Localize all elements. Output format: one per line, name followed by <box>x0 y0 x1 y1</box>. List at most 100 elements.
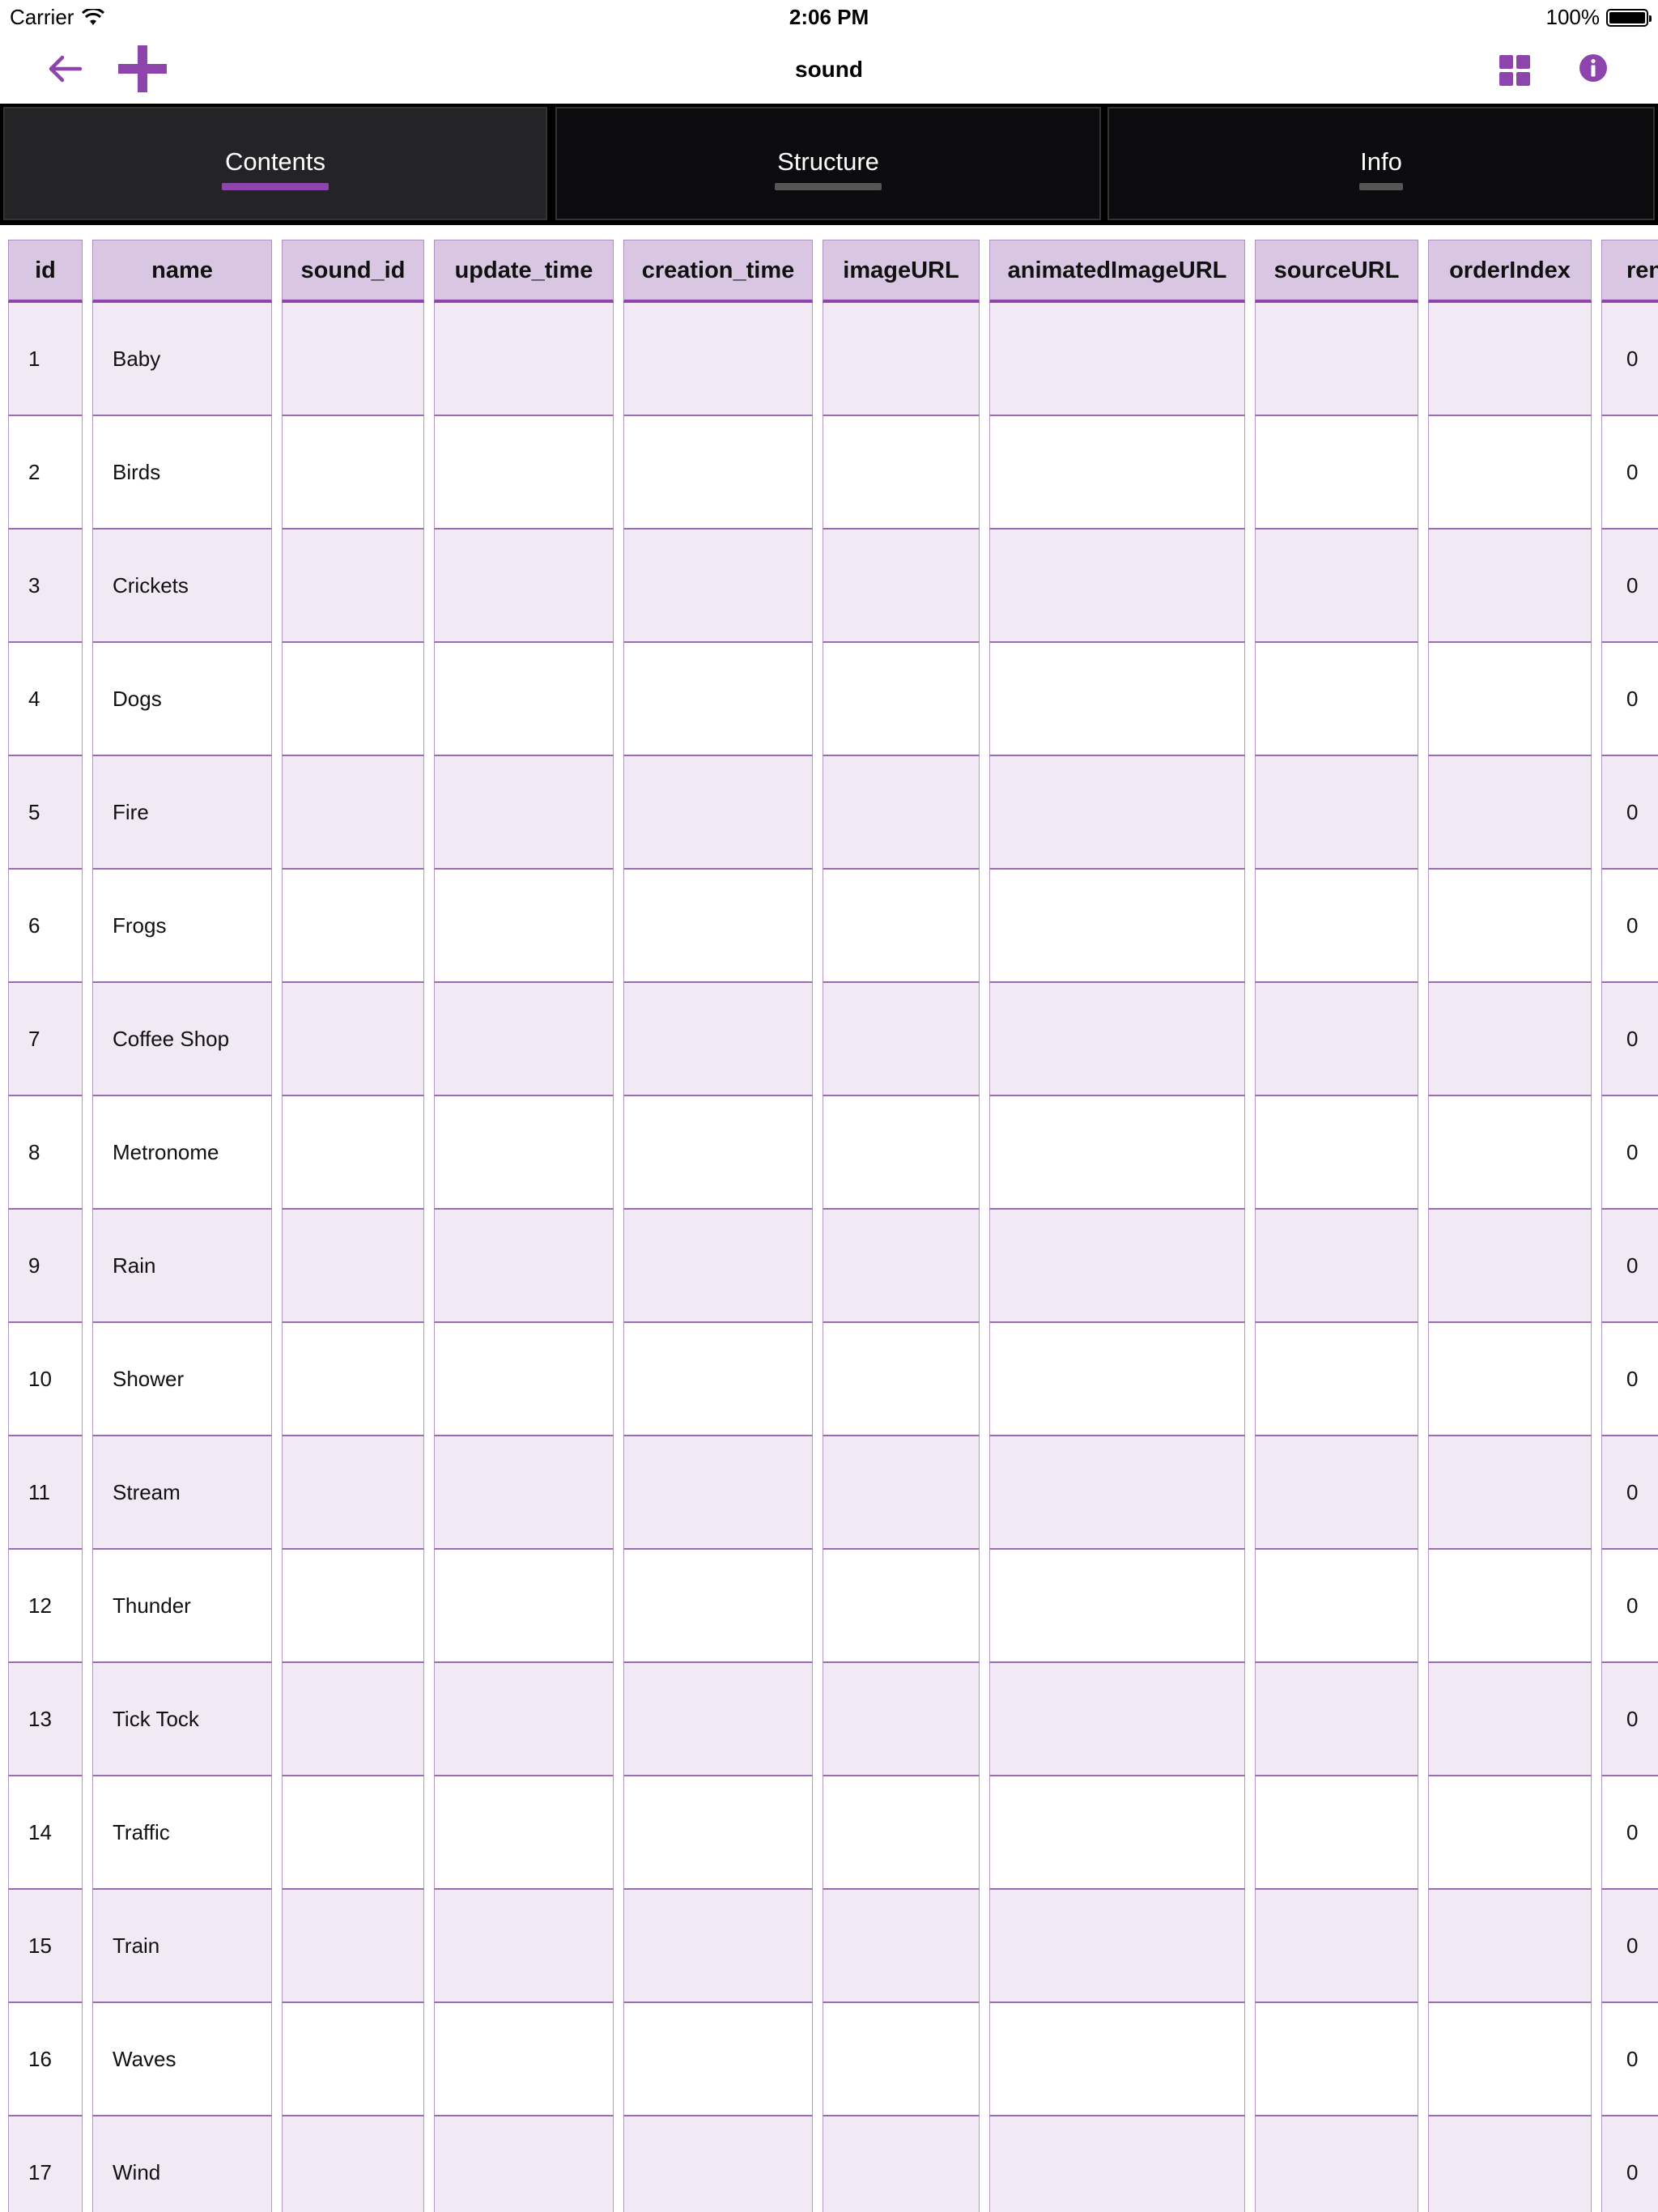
table-cell[interactable]: Dogs <box>92 643 272 756</box>
table-cell[interactable] <box>823 1550 980 1663</box>
column-header[interactable]: update_time <box>434 240 614 303</box>
table-cell[interactable]: 0 <box>1601 643 1658 756</box>
grid-view-button[interactable] <box>1498 53 1532 87</box>
table-cell[interactable] <box>623 1323 813 1436</box>
table-cell[interactable] <box>823 1096 980 1210</box>
table-cell[interactable]: 9 <box>8 1210 83 1323</box>
table-cell[interactable]: 0 <box>1601 2116 1658 2212</box>
table-cell[interactable] <box>434 1776 614 1890</box>
table-cell[interactable] <box>1428 1323 1592 1436</box>
table-cell[interactable] <box>1428 2116 1592 2212</box>
table-cell[interactable] <box>1255 1210 1418 1323</box>
table-cell[interactable] <box>623 1550 813 1663</box>
table-cell[interactable] <box>1428 2003 1592 2116</box>
table-cell[interactable] <box>623 2116 813 2212</box>
column-header[interactable]: ren <box>1601 240 1658 303</box>
table-cell[interactable] <box>623 756 813 870</box>
table-cell[interactable] <box>434 983 614 1096</box>
table-cell[interactable] <box>623 1210 813 1323</box>
tab-contents[interactable]: Contents <box>3 107 547 220</box>
table-cell[interactable]: Rain <box>92 1210 272 1323</box>
table-cell[interactable] <box>1428 870 1592 983</box>
table-cell[interactable] <box>1255 2116 1418 2212</box>
table-cell[interactable] <box>1428 1550 1592 1663</box>
table-cell[interactable] <box>282 1550 424 1663</box>
table-cell[interactable]: 0 <box>1601 1550 1658 1663</box>
table-cell[interactable] <box>623 1436 813 1550</box>
table-cell[interactable] <box>282 1210 424 1323</box>
table-cell[interactable] <box>282 1096 424 1210</box>
table-cell[interactable]: Metronome <box>92 1096 272 1210</box>
table-cell[interactable] <box>282 756 424 870</box>
table-cell[interactable] <box>1255 303 1418 416</box>
table-cell[interactable]: Birds <box>92 416 272 530</box>
table-cell[interactable] <box>623 530 813 643</box>
table-cell[interactable] <box>434 1550 614 1663</box>
table-cell[interactable] <box>434 303 614 416</box>
table-cell[interactable]: 0 <box>1601 983 1658 1096</box>
table-cell[interactable]: 3 <box>8 530 83 643</box>
table-cell[interactable] <box>282 1323 424 1436</box>
table-cell[interactable]: 0 <box>1601 1210 1658 1323</box>
table-cell[interactable]: Crickets <box>92 530 272 643</box>
column-header[interactable]: animatedImageURL <box>989 240 1245 303</box>
table-cell[interactable] <box>1255 983 1418 1096</box>
table-cell[interactable]: 0 <box>1601 1776 1658 1890</box>
table-cell[interactable]: 12 <box>8 1550 83 1663</box>
table-cell[interactable] <box>823 643 980 756</box>
table-cell[interactable]: 0 <box>1601 1096 1658 1210</box>
table-cell[interactable] <box>434 1096 614 1210</box>
table-cell[interactable]: 0 <box>1601 530 1658 643</box>
table-cell[interactable] <box>282 643 424 756</box>
column-header[interactable]: orderIndex <box>1428 240 1592 303</box>
table-cell[interactable] <box>282 2003 424 2116</box>
table-cell[interactable] <box>823 2003 980 2116</box>
table-cell[interactable]: 0 <box>1601 303 1658 416</box>
table-cell[interactable] <box>1255 756 1418 870</box>
table-cell[interactable]: 2 <box>8 416 83 530</box>
table-cell[interactable] <box>1255 1663 1418 1776</box>
table-cell[interactable]: Tick Tock <box>92 1663 272 1776</box>
table-cell[interactable] <box>1428 416 1592 530</box>
table-cell[interactable]: 16 <box>8 2003 83 2116</box>
table-cell[interactable] <box>1428 530 1592 643</box>
table-cell[interactable] <box>282 1663 424 1776</box>
table-cell[interactable] <box>623 303 813 416</box>
table-cell[interactable] <box>282 416 424 530</box>
table-cell[interactable] <box>989 1096 1245 1210</box>
column-header[interactable]: creation_time <box>623 240 813 303</box>
table-cell[interactable] <box>1255 1890 1418 2003</box>
table-cell[interactable]: 7 <box>8 983 83 1096</box>
table-cell[interactable]: Baby <box>92 303 272 416</box>
table-cell[interactable]: 8 <box>8 1096 83 1210</box>
table-cell[interactable] <box>823 756 980 870</box>
column-header[interactable]: imageURL <box>823 240 980 303</box>
table-cell[interactable] <box>623 1663 813 1776</box>
table-cell[interactable] <box>282 2116 424 2212</box>
table-cell[interactable] <box>989 2116 1245 2212</box>
table-cell[interactable] <box>989 1210 1245 1323</box>
table-cell[interactable]: Thunder <box>92 1550 272 1663</box>
table-cell[interactable] <box>282 983 424 1096</box>
table-cell[interactable] <box>1255 1096 1418 1210</box>
table-cell[interactable] <box>1428 756 1592 870</box>
table-cell[interactable] <box>823 1890 980 2003</box>
table-cell[interactable]: Waves <box>92 2003 272 2116</box>
table-cell[interactable] <box>823 1210 980 1323</box>
table-cell[interactable]: 11 <box>8 1436 83 1550</box>
info-button[interactable] <box>1577 52 1609 84</box>
table-cell[interactable] <box>823 1323 980 1436</box>
table-cell[interactable]: 0 <box>1601 756 1658 870</box>
table-cell[interactable] <box>434 416 614 530</box>
table-cell[interactable] <box>282 870 424 983</box>
table-cell[interactable] <box>623 416 813 530</box>
table-cell[interactable] <box>823 1663 980 1776</box>
table-cell[interactable]: Coffee Shop <box>92 983 272 1096</box>
table-cell[interactable] <box>989 643 1245 756</box>
column-header[interactable]: name <box>92 240 272 303</box>
table-cell[interactable]: Traffic <box>92 1776 272 1890</box>
table-cell[interactable] <box>989 1323 1245 1436</box>
table-cell[interactable] <box>1428 1890 1592 2003</box>
table-cell[interactable] <box>623 870 813 983</box>
table-cell[interactable] <box>434 1890 614 2003</box>
